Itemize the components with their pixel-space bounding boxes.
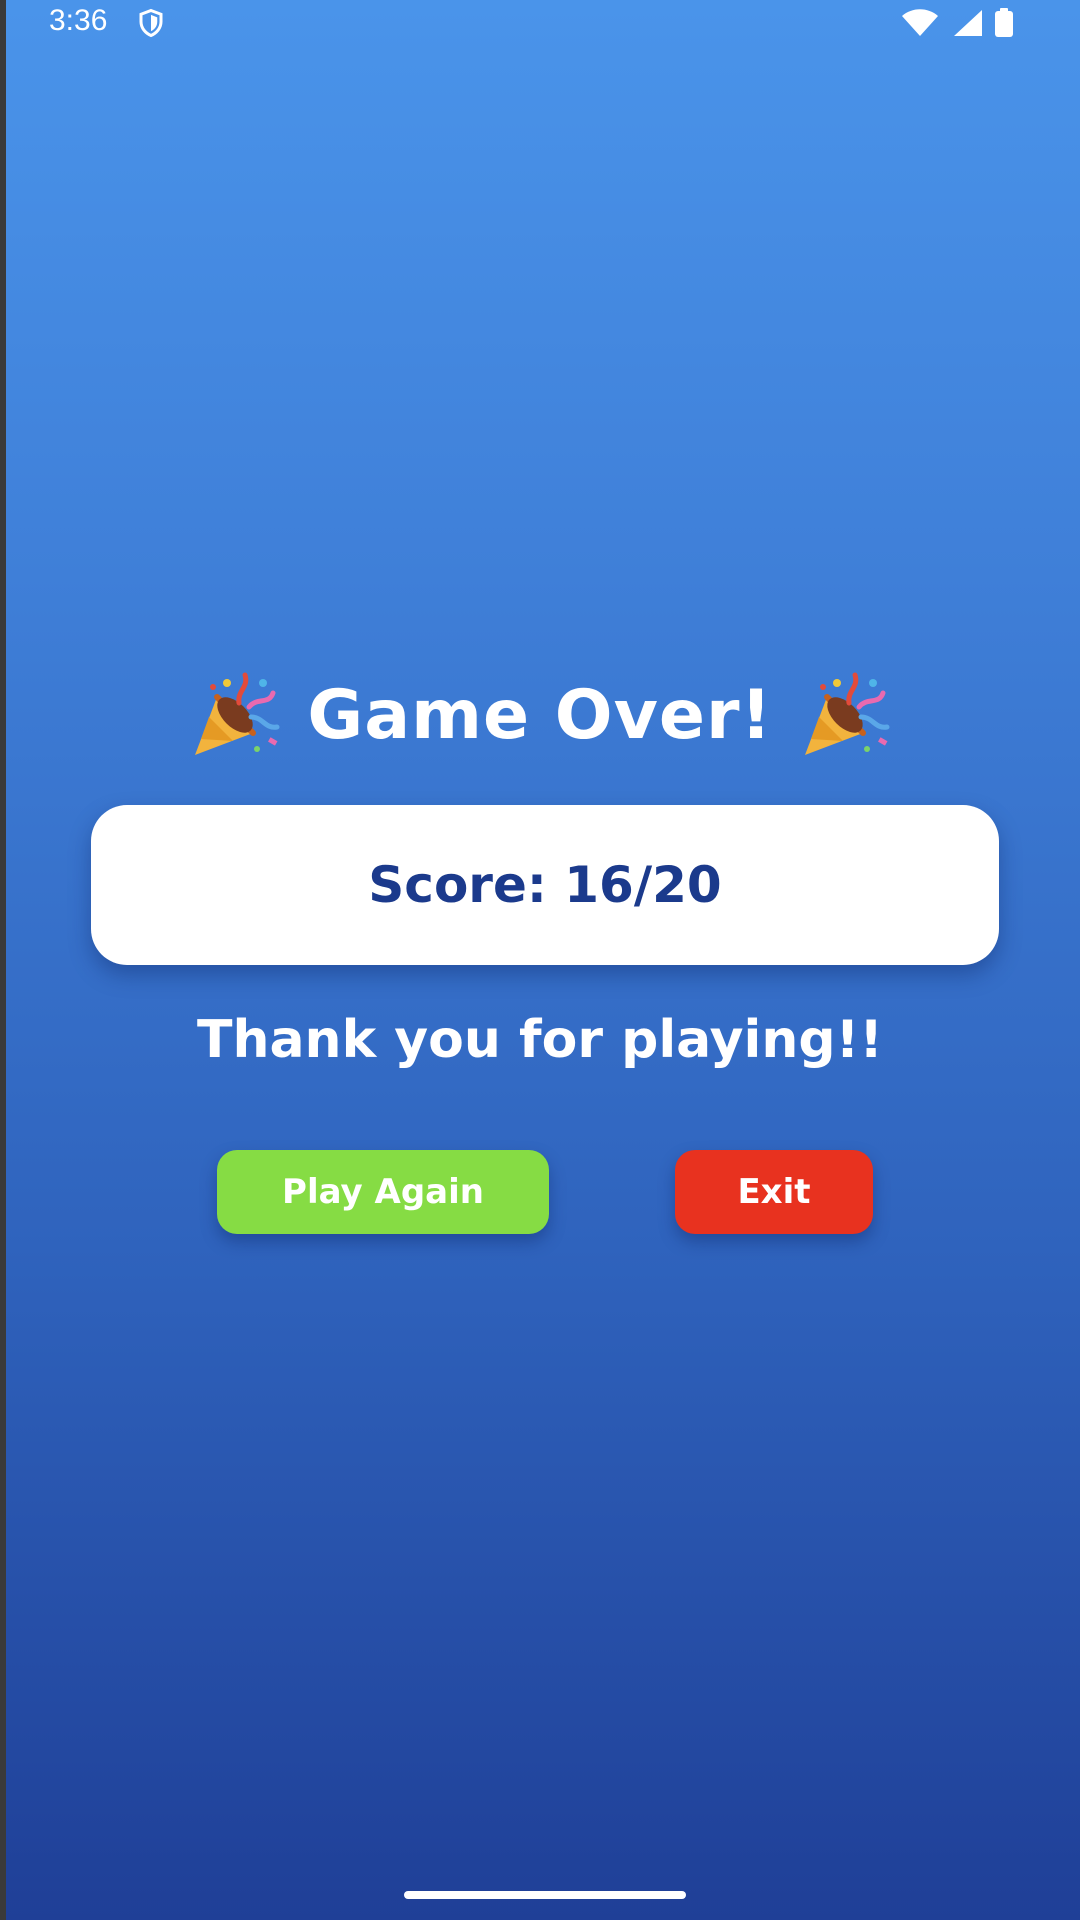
game-over-screen: Game Over! Score: 16/20 Thank you for pl…	[0, 0, 1080, 1920]
title-row: Game Over!	[0, 665, 1080, 765]
home-indicator[interactable]	[404, 1891, 686, 1899]
thank-you-message: Thank you for playing!!	[196, 1010, 884, 1070]
score-label: Score: 16/20	[368, 856, 722, 914]
page-title: Game Over!	[307, 675, 773, 755]
exit-button[interactable]: Exit	[675, 1150, 873, 1234]
score-card: Score: 16/20	[91, 805, 999, 965]
party-popper-icon	[195, 672, 280, 755]
party-popper-icon	[804, 672, 890, 755]
play-again-button[interactable]: Play Again	[217, 1150, 549, 1234]
